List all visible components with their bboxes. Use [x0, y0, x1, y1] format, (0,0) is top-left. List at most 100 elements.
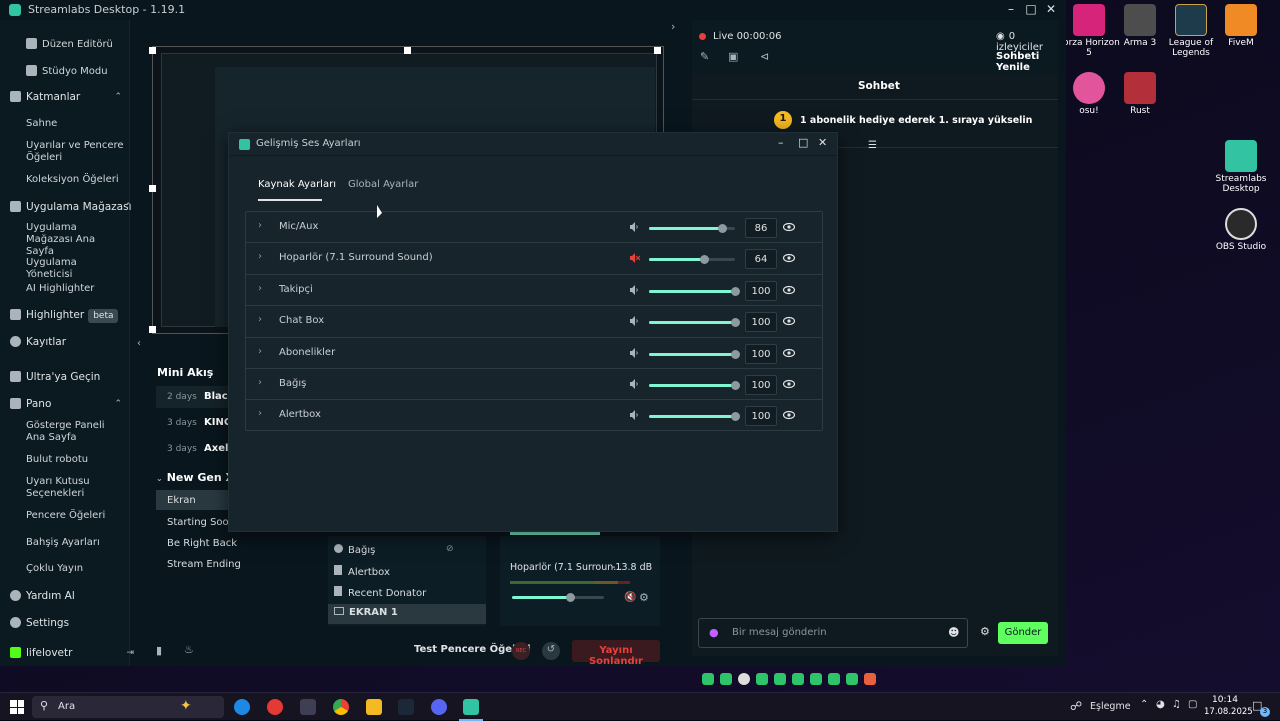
camera-icon[interactable]: ▣: [728, 50, 738, 63]
sidebar-item-studio-mode[interactable]: Stüdyo Modu: [26, 65, 126, 78]
speaker-icon[interactable]: [630, 347, 640, 358]
refresh-chat-button[interactable]: Sohbeti Yenile: [996, 51, 1058, 73]
sidebar-item-ultra[interactable]: Ultra'ya Geçin: [10, 371, 140, 383]
sidebar-item-recordings[interactable]: Kayıtlar: [10, 336, 140, 348]
emote-icon[interactable]: [846, 673, 858, 685]
audio-source-row[interactable]: › Mic/Aux 86: [246, 212, 822, 244]
chrome-icon[interactable]: [333, 699, 349, 715]
source-item[interactable]: Recent Donator: [334, 586, 484, 599]
stats-icon[interactable]: ▮: [156, 644, 162, 657]
chevron-right-icon[interactable]: ›: [258, 408, 262, 419]
speaker-icon[interactable]: [630, 410, 640, 421]
slider-knob[interactable]: [730, 349, 740, 359]
volume-input[interactable]: 64: [745, 249, 777, 270]
emote-icon[interactable]: [864, 673, 876, 685]
collapse-left-icon[interactable]: ‹: [137, 338, 141, 349]
emote-icon[interactable]: [828, 673, 840, 685]
taskbar-search[interactable]: ⚲ Ara ✦: [32, 696, 224, 718]
display-icon[interactable]: ▢: [1188, 699, 1197, 710]
sidebar-item-help[interactable]: Yardım Al: [10, 590, 140, 602]
desktop-icon-streamlabs[interactable]: Streamlabs Desktop: [1206, 140, 1276, 194]
eye-icon[interactable]: [783, 253, 795, 263]
replay-buffer-icon[interactable]: ↺: [542, 642, 560, 660]
volume-input[interactable]: 100: [745, 312, 777, 333]
resize-handle[interactable]: [149, 47, 156, 54]
source-item[interactable]: Alertbox: [334, 565, 484, 578]
emote-icon[interactable]: [720, 673, 732, 685]
maximize-button[interactable]: □: [798, 136, 808, 149]
steam-icon[interactable]: [398, 699, 414, 715]
source-item[interactable]: EKRAN 1: [328, 604, 486, 624]
emoji-picker-icon[interactable]: ☻: [948, 626, 959, 639]
wifi-icon[interactable]: ◕: [1156, 699, 1165, 710]
volume-slider[interactable]: [649, 318, 740, 328]
scene-item[interactable]: Stream Ending: [156, 554, 316, 574]
sidebar-item-alertbox-options[interactable]: Uyarı Kutusu Seçenekleri: [26, 476, 126, 500]
volume-input[interactable]: 100: [745, 280, 777, 301]
sidebar-item-highlighter[interactable]: Highlighter beta: [10, 309, 140, 323]
volume-input[interactable]: 100: [745, 343, 777, 364]
opera-icon[interactable]: [267, 699, 283, 715]
slider-knob[interactable]: [730, 381, 740, 390]
eye-icon[interactable]: [783, 222, 795, 232]
volume-slider[interactable]: [649, 255, 735, 265]
visibility-hidden-icon[interactable]: ⊘: [446, 544, 454, 554]
filter-icon[interactable]: ☰: [868, 140, 877, 151]
audio-source-row[interactable]: › Chat Box 100: [246, 306, 822, 338]
slider-knob[interactable]: [699, 255, 709, 265]
desktop-icon-rust[interactable]: Rust: [1105, 72, 1175, 116]
sidebar-item-dashboard-home[interactable]: Gösterge Paneli Ana Sayfa: [26, 420, 126, 444]
chevron-right-icon[interactable]: ›: [258, 220, 262, 231]
tab-source-settings[interactable]: Kaynak Ayarları: [258, 179, 336, 190]
emote-icon[interactable]: [792, 673, 804, 685]
volume-input[interactable]: 86: [745, 218, 777, 238]
sidebar-item-multistream[interactable]: Çoklu Yayın: [26, 563, 126, 575]
app-icon[interactable]: [300, 699, 316, 715]
volume-slider[interactable]: [649, 286, 740, 296]
speaker-icon[interactable]: [630, 284, 640, 295]
tray-chevron-icon[interactable]: ⌃: [1140, 699, 1148, 710]
resize-handle[interactable]: [404, 47, 411, 54]
sidebar-item-widgets[interactable]: Pencere Öğeleri: [26, 510, 126, 522]
share-icon[interactable]: ⊲: [760, 50, 769, 63]
file-explorer-icon[interactable]: [366, 699, 382, 715]
chevron-right-icon[interactable]: ›: [258, 377, 262, 388]
sidebar-item-collection[interactable]: Koleksiyon Öğeleri: [26, 174, 126, 186]
close-button[interactable]: ✕: [818, 136, 827, 149]
audio-source-row[interactable]: › Alertbox 100: [246, 400, 822, 431]
send-button[interactable]: Gönder: [998, 622, 1048, 644]
chat-input[interactable]: ● Bir mesaj gönderin ☻: [698, 618, 968, 648]
tab-global-settings[interactable]: Global Ayarlar: [348, 179, 418, 190]
edit-icon[interactable]: ✎: [700, 50, 709, 63]
sidebar-item-layout-editor[interactable]: Düzen Editörü: [26, 38, 126, 51]
eye-icon[interactable]: [783, 316, 795, 326]
sidebar-item-account[interactable]: lifelovetr ⇥: [10, 647, 140, 659]
speaker-icon[interactable]: [630, 316, 640, 327]
volume-slider[interactable]: [512, 593, 604, 602]
volume-icon[interactable]: ♫: [1172, 699, 1181, 710]
gear-icon[interactable]: ⚙: [980, 625, 990, 638]
chevron-right-icon[interactable]: ›: [258, 346, 262, 357]
volume-slider[interactable]: [649, 224, 735, 233]
slider-knob[interactable]: [730, 286, 740, 296]
sidebar-item-layers[interactable]: Katmanlar ⌃: [10, 91, 140, 103]
sidebar-item-app-store-home[interactable]: Uygulama Mağazası Ana Sayfa: [26, 222, 126, 258]
collapse-right-icon[interactable]: ›: [671, 20, 675, 33]
sidebar-item-scene[interactable]: Sahne: [26, 118, 126, 130]
record-button[interactable]: REC: [512, 642, 530, 660]
speaker-icon[interactable]: [630, 379, 640, 389]
chevron-right-icon[interactable]: ›: [258, 251, 262, 262]
sidebar-item-app-store[interactable]: Uygulama Mağazası ⌃: [10, 201, 140, 213]
discord-icon[interactable]: [431, 699, 447, 715]
audio-source-row[interactable]: › Takipçi 100: [246, 275, 822, 307]
desktop-icon-obs[interactable]: OBS Studio: [1206, 208, 1276, 252]
eye-icon[interactable]: [783, 410, 795, 420]
desktop-icon-fivem[interactable]: FiveM: [1206, 4, 1276, 48]
emote-icon[interactable]: [738, 673, 750, 685]
eye-icon[interactable]: [783, 285, 795, 295]
volume-input[interactable]: 100: [745, 406, 777, 427]
minimize-button[interactable]: –: [778, 136, 784, 149]
resize-handle[interactable]: [149, 326, 156, 333]
resize-handle[interactable]: [654, 47, 661, 54]
scene-collection-selector[interactable]: ⌄ New Gen X: [156, 471, 234, 484]
